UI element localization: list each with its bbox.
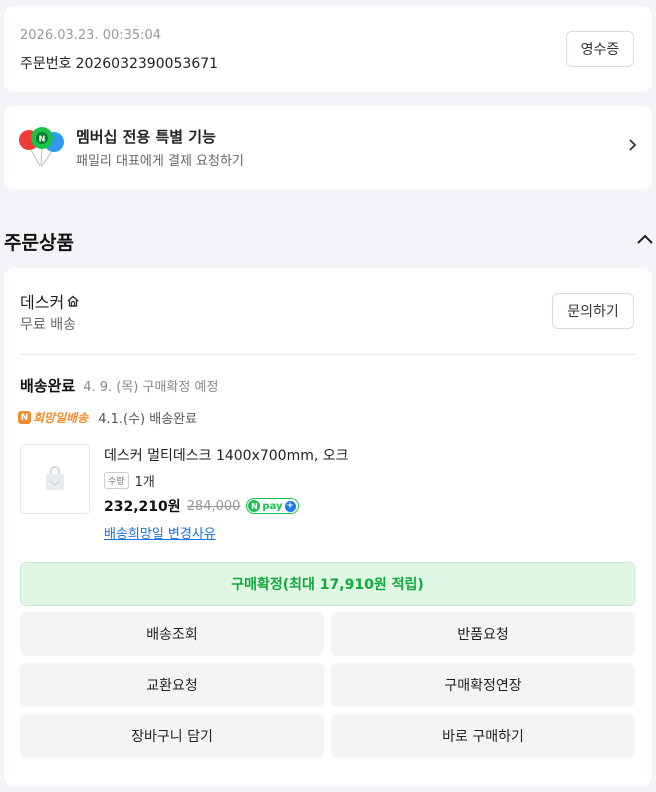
chevron-up-icon[interactable] [636,232,654,246]
product-quantity: 수량 1개 [104,471,155,490]
price-current: 232,210원 [104,499,181,515]
hope-delivery-detail: 4.1.(수) 배송완료 [98,412,198,427]
balloons-icon: N [19,127,64,167]
order-datetime: 2026.03.23. 00:35:04 [20,28,162,43]
purchase-confirm-button[interactable]: 구매확정(최대 17,910원 적립) [20,562,635,606]
membership-title: 멤버십 전용 특별 기능 [76,128,216,146]
order-number-value: 2026032390053671 [75,56,219,72]
delivery-status-label: 배송완료 [20,377,76,395]
hope-delivery-badge: 희망일배송 [33,411,89,425]
extend-confirm-button[interactable]: 구매확정연장 [331,663,635,707]
receipt-button[interactable]: 영수증 [566,31,634,67]
store-name-label: 데스커 [20,293,65,312]
order-number-label: 주문번호 [20,56,72,72]
delivery-status-detail: 4. 9. (목) 구매확정 예정 [83,380,219,395]
npay-n-icon: N [248,500,261,512]
order-info-card: 2026.03.23. 00:35:04 주문번호 202603239005367… [4,6,652,92]
price-original: 284,000 [186,498,241,514]
divider [20,354,636,355]
delivery-status: 배송완료 4. 9. (목) 구매확정 예정 [20,375,218,396]
hope-delivery: N 희망일배송 4.1.(수) 배송완료 [18,408,197,427]
membership-card[interactable]: N 멤버십 전용 특별 기능 패밀리 대표에게 결제 요청하기 [4,106,652,189]
exchange-request-button[interactable]: 교환요청 [20,663,324,707]
order-number: 주문번호 2026032390053671 [20,53,218,73]
chevron-right-icon [629,139,637,151]
product-name[interactable]: 데스커 멀티데스크 1400x700mm, 오크 [104,445,349,465]
section-title: 주문상품 [4,232,74,254]
quantity-label: 수량 [104,472,129,489]
product-price: 232,210원 284,000 N pay + [104,496,299,516]
npay-label: pay [262,500,283,512]
npay-plus-badge: N pay + [246,498,299,514]
shopping-bag-icon [46,466,64,490]
store-name[interactable]: 데스커 [20,289,80,313]
shipping-info: 무료 배송 [20,317,76,333]
order-product-card: 데스커 무료 배송 문의하기 배송완료 4. 9. (목) 구매확정 예정 N … [4,268,652,786]
add-to-cart-button[interactable]: 장바구니 담기 [20,714,324,758]
hope-delivery-icon: N [18,411,31,424]
svg-text:N: N [39,135,46,144]
track-delivery-button[interactable]: 배송조회 [20,612,324,656]
return-request-button[interactable]: 반품요청 [331,612,635,656]
change-reason-link[interactable]: 배송희망일 변경사유 [104,523,216,542]
buy-now-button[interactable]: 바로 구매하기 [331,714,635,758]
product-thumbnail[interactable] [20,444,90,514]
inquiry-button[interactable]: 문의하기 [552,293,634,329]
membership-subtitle: 패밀리 대표에게 결제 요청하기 [76,154,244,169]
quantity-value: 1개 [134,475,155,490]
home-icon [67,295,79,307]
plus-icon: + [284,500,296,512]
